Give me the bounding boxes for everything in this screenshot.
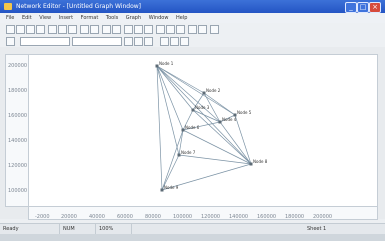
align-left-icon[interactable] bbox=[160, 37, 169, 46]
node-label: Node 1 bbox=[159, 61, 174, 66]
color-icon[interactable] bbox=[188, 25, 197, 34]
menu-file[interactable]: File bbox=[6, 15, 14, 21]
graph-edge[interactable] bbox=[178, 154, 252, 165]
menu-edit[interactable]: Edit bbox=[22, 15, 32, 21]
x-tick: 60000 bbox=[117, 214, 133, 220]
x-tick: -2000 bbox=[35, 214, 50, 220]
graph-edge[interactable] bbox=[156, 65, 221, 123]
label-icon[interactable] bbox=[198, 25, 207, 34]
graph-edge[interactable] bbox=[156, 65, 184, 131]
network-graph[interactable]: Node 1 Node 2 Node 3 Node 4Node 5 Node 6 Node… bbox=[29, 55, 377, 206]
node-label: Node 3 bbox=[195, 105, 210, 110]
graph-edge[interactable] bbox=[219, 121, 252, 165]
graph-edge[interactable] bbox=[161, 129, 184, 191]
grid-icon[interactable] bbox=[156, 25, 165, 34]
y-axis-ruler: 200000 180000 160000 140000 120000 10000… bbox=[5, 54, 29, 207]
menu-view[interactable]: View bbox=[39, 15, 51, 21]
undo-icon[interactable] bbox=[80, 25, 89, 34]
y-tick: 160000 bbox=[8, 113, 27, 119]
menu-format[interactable]: Format bbox=[81, 15, 99, 21]
cut-icon[interactable] bbox=[48, 25, 57, 34]
align-center-icon[interactable] bbox=[170, 37, 179, 46]
line-icon[interactable] bbox=[134, 25, 143, 34]
save-icon[interactable] bbox=[26, 25, 35, 34]
paste-icon[interactable] bbox=[68, 25, 77, 34]
close-button[interactable]: × bbox=[369, 2, 381, 13]
node-label: Node 8 bbox=[253, 159, 268, 164]
title-bar: Network Editor - [Untitled Graph Window]… bbox=[0, 0, 385, 13]
menu-window[interactable]: Window bbox=[149, 15, 169, 21]
node-label: Node 7 bbox=[181, 150, 196, 155]
app-icon bbox=[4, 3, 12, 10]
node-label: Node 6 bbox=[185, 125, 200, 130]
style-combo[interactable] bbox=[72, 37, 122, 46]
y-tick: 200000 bbox=[8, 63, 27, 69]
x-tick: 40000 bbox=[89, 214, 105, 220]
menu-insert[interactable]: Insert bbox=[59, 15, 73, 21]
zoom-out-icon[interactable] bbox=[112, 25, 121, 34]
node-label: Node 4 bbox=[222, 117, 237, 122]
copy-icon[interactable] bbox=[58, 25, 67, 34]
layer-combo[interactable] bbox=[20, 37, 70, 46]
x-tick: 140000 bbox=[229, 214, 248, 220]
bold-icon[interactable] bbox=[124, 37, 133, 46]
window-title: Network Editor - [Untitled Graph Window] bbox=[16, 3, 141, 10]
zoom-in-icon[interactable] bbox=[102, 25, 111, 34]
menu-help[interactable]: Help bbox=[176, 15, 187, 21]
graph-edge[interactable] bbox=[192, 109, 221, 123]
italic-icon[interactable] bbox=[134, 37, 143, 46]
align-right-icon[interactable] bbox=[180, 37, 189, 46]
y-tick: 180000 bbox=[8, 88, 27, 94]
x-axis-ruler: -2000 20000 40000 60000 80000 100000 120… bbox=[28, 206, 378, 220]
app-window: Network Editor - [Untitled Graph Window]… bbox=[0, 0, 385, 241]
x-tick: 80000 bbox=[145, 214, 161, 220]
x-tick: 180000 bbox=[285, 214, 304, 220]
maximize-button[interactable]: □ bbox=[357, 2, 369, 13]
underline-icon[interactable] bbox=[144, 37, 153, 46]
y-tick: 140000 bbox=[8, 138, 27, 144]
new-icon[interactable] bbox=[6, 25, 15, 34]
node-icon[interactable] bbox=[144, 25, 153, 34]
fit-icon[interactable] bbox=[166, 25, 175, 34]
help-icon[interactable] bbox=[210, 25, 219, 34]
menu-graph[interactable]: Graph bbox=[126, 15, 141, 21]
node-label: Node 2 bbox=[206, 88, 221, 93]
minimize-button[interactable]: _ bbox=[345, 2, 357, 13]
taskbar bbox=[0, 234, 385, 241]
menu-bar: File Edit View Insert Format Tools Graph… bbox=[0, 13, 385, 23]
x-tick: 200000 bbox=[313, 214, 332, 220]
x-tick: 20000 bbox=[61, 214, 77, 220]
open-icon[interactable] bbox=[16, 25, 25, 34]
menu-tools[interactable]: Tools bbox=[106, 15, 118, 21]
y-tick: 120000 bbox=[8, 163, 27, 169]
node-label: Node 9 bbox=[164, 185, 179, 190]
graph-edge[interactable] bbox=[182, 129, 252, 165]
redo-icon[interactable] bbox=[90, 25, 99, 34]
x-tick: 100000 bbox=[173, 214, 192, 220]
print-icon[interactable] bbox=[36, 25, 45, 34]
graph-canvas[interactable]: Node 1 Node 2 Node 3 Node 4 Node 5 Node 6 Node… bbox=[28, 54, 378, 207]
x-tick: 120000 bbox=[201, 214, 220, 220]
pointer-icon[interactable] bbox=[6, 37, 15, 46]
y-tick: 100000 bbox=[8, 188, 27, 194]
select-icon[interactable] bbox=[124, 25, 133, 34]
node-label: Node 5 bbox=[237, 110, 252, 115]
x-tick: 160000 bbox=[257, 214, 276, 220]
refresh-icon[interactable] bbox=[176, 25, 185, 34]
